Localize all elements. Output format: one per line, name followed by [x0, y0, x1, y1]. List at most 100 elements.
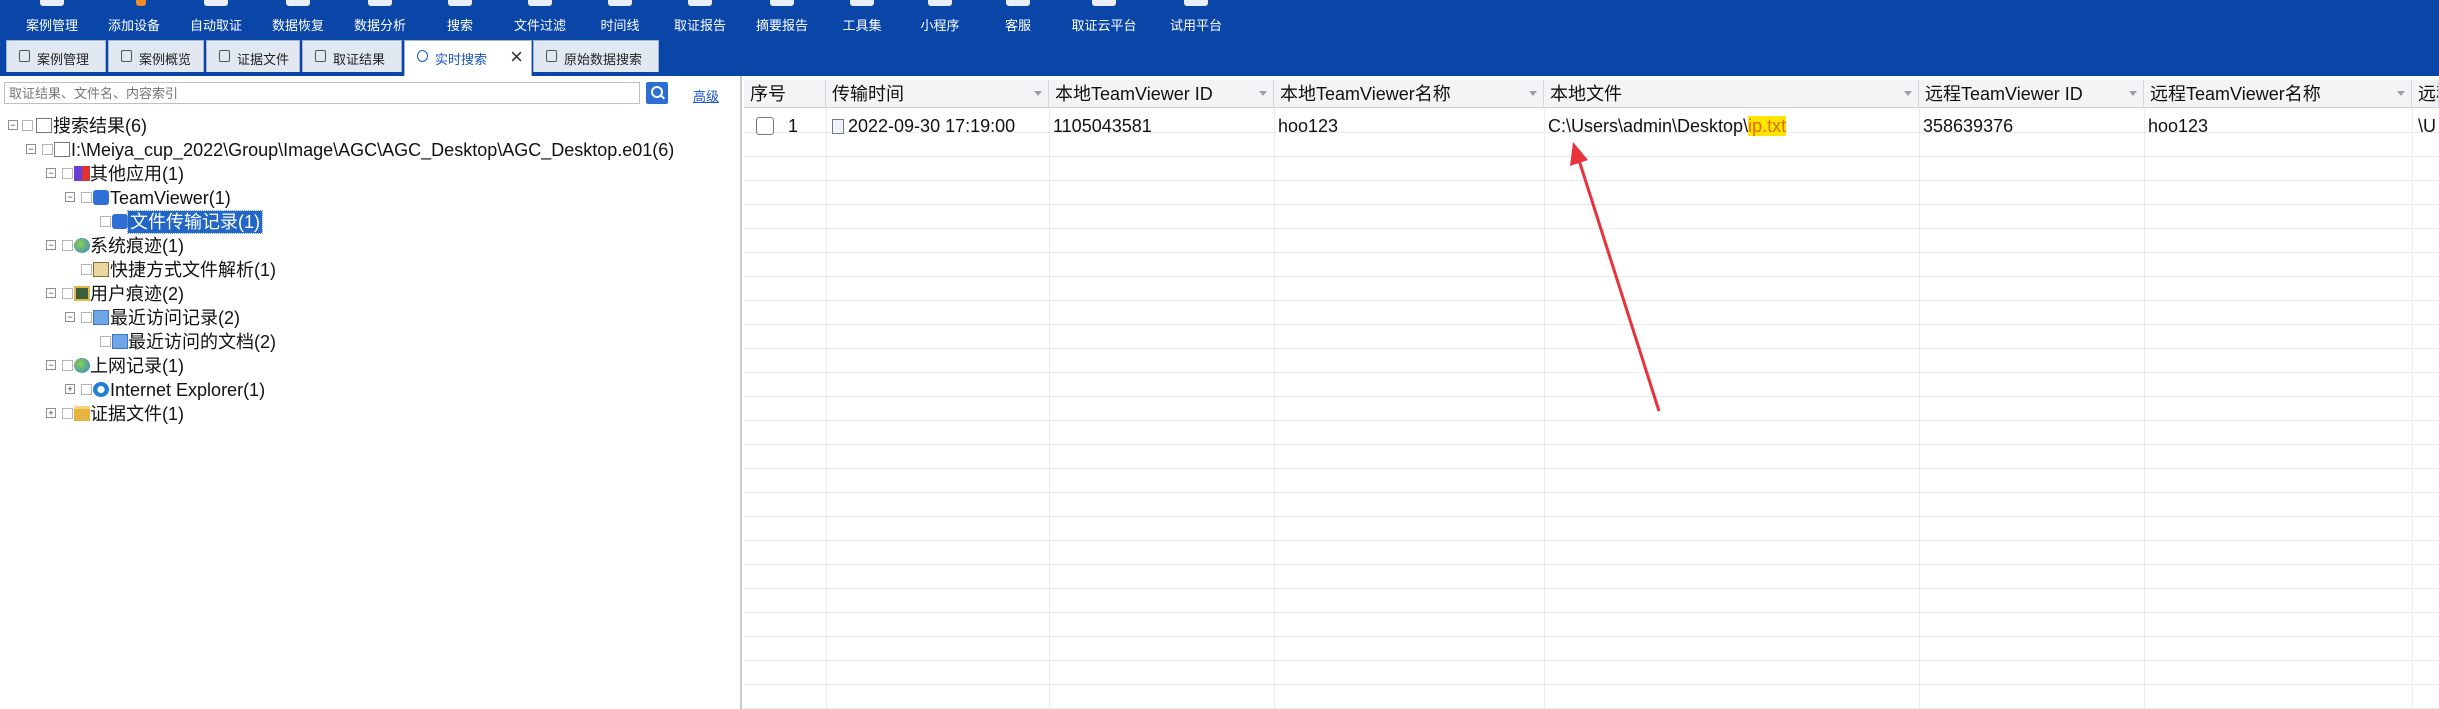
tree-checkbox[interactable] — [100, 336, 111, 347]
toolbar-button-9[interactable]: 取证报告 — [665, 0, 735, 36]
column-header-label: 本地TeamViewer ID — [1055, 84, 1213, 104]
tree-node[interactable]: 文件传输记录(1) — [0, 210, 740, 234]
tv-icon — [93, 190, 109, 205]
tree-checkbox[interactable] — [62, 360, 73, 371]
tree-checkbox[interactable] — [81, 264, 92, 275]
column-header-1[interactable]: 序号 — [744, 80, 826, 108]
column-divider — [2144, 108, 2145, 709]
row-divider — [744, 300, 2439, 301]
filter-icon[interactable] — [1904, 91, 1912, 96]
toolbar-button-14[interactable]: 取证云平台 — [1062, 0, 1146, 36]
tab-3[interactable]: 证据文件 — [206, 40, 300, 72]
tree-node[interactable]: − 其他应用(1) — [0, 163, 740, 185]
row-checkbox[interactable] — [756, 117, 774, 135]
expand-toggle-icon[interactable]: − — [65, 312, 75, 322]
summary-report-icon — [770, 0, 794, 6]
tab-label: 证据文件 — [237, 52, 290, 67]
toolbar-button-15[interactable]: 试用平台 — [1161, 0, 1231, 36]
search-icon — [448, 0, 472, 6]
tree-node[interactable]: − 搜索结果(6) — [0, 115, 740, 137]
filter-icon[interactable] — [1034, 91, 1042, 96]
tree-checkbox[interactable] — [81, 312, 92, 323]
tree-node-label: Internet Explorer(1) — [110, 380, 266, 400]
row-divider — [744, 180, 2439, 181]
toolbar-button-8[interactable]: 时间线 — [590, 0, 650, 36]
tree-node[interactable]: − TeamViewer(1) — [0, 187, 740, 209]
filter-icon[interactable] — [1259, 91, 1267, 96]
toolbar-button-10[interactable]: 摘要报告 — [748, 0, 816, 36]
expand-toggle-icon[interactable]: − — [46, 168, 56, 178]
search-input[interactable] — [4, 82, 640, 104]
tree-node[interactable]: + 证据文件(1) — [0, 403, 740, 425]
expand-toggle-icon[interactable]: − — [46, 288, 56, 298]
close-icon[interactable]: × — [510, 44, 523, 70]
tree-node[interactable]: − I:\Meiya_cup_2022\Group\Image\AGC\AGC_D… — [0, 139, 740, 161]
column-header-4[interactable]: 本地TeamViewer名称 — [1274, 80, 1544, 108]
tree-node[interactable]: + Internet Explorer(1) — [0, 379, 740, 401]
toolbar-button-12[interactable]: 小程序 — [910, 0, 970, 36]
lnk-icon — [93, 262, 109, 277]
tree-checkbox[interactable] — [81, 192, 92, 203]
results-grid: 序号 传输时间 本地TeamViewer ID 本地TeamViewer名称 本地文件 远… — [744, 76, 2439, 709]
folder-icon — [74, 406, 90, 421]
tree-node[interactable]: 快捷方式文件解析(1) — [0, 259, 740, 281]
trial-platform-icon — [1184, 0, 1208, 6]
tree-checkbox[interactable] — [42, 144, 53, 155]
expand-toggle-icon[interactable]: + — [65, 384, 75, 394]
tab-5[interactable]: 实时搜索 × — [404, 40, 532, 76]
expand-toggle-icon[interactable]: − — [26, 144, 36, 154]
tree-checkbox[interactable] — [62, 240, 73, 251]
column-header-7[interactable]: 远程TeamViewer名称 — [2144, 80, 2412, 108]
overview-icon — [121, 50, 132, 62]
column-header-5[interactable]: 本地文件 — [1544, 80, 1919, 108]
expand-toggle-icon[interactable]: − — [65, 192, 75, 202]
column-header-3[interactable]: 本地TeamViewer ID — [1049, 80, 1274, 108]
toolbar-button-6[interactable]: 搜索 — [430, 0, 490, 36]
toolbar-button-1[interactable]: 案例管理 — [18, 0, 86, 36]
expand-toggle-icon[interactable]: − — [46, 240, 56, 250]
expand-toggle-icon[interactable]: − — [8, 120, 18, 130]
filter-icon[interactable] — [2129, 91, 2137, 96]
column-header-2[interactable]: 传输时间 — [826, 80, 1049, 108]
apps-icon — [74, 166, 90, 181]
file-filter-icon — [528, 0, 552, 6]
tree-checkbox[interactable] — [22, 120, 33, 131]
row-divider — [744, 468, 2439, 469]
toolbar-button-4[interactable]: 数据恢复 — [264, 0, 332, 36]
filter-icon[interactable] — [1529, 91, 1537, 96]
search-button[interactable] — [646, 82, 668, 104]
toolbar-button-2[interactable]: 添加设备 — [100, 0, 168, 36]
tree-checkbox[interactable] — [81, 384, 92, 395]
column-header-label: 传输时间 — [832, 84, 904, 104]
tree-checkbox[interactable] — [62, 168, 73, 179]
tree-node[interactable]: − 最近访问记录(2) — [0, 307, 740, 329]
filter-icon[interactable] — [2397, 91, 2405, 96]
advanced-search-link[interactable]: 高级 — [693, 86, 719, 105]
toolbar-button-11[interactable]: 工具集 — [832, 0, 892, 36]
tree-checkbox[interactable] — [100, 216, 111, 227]
column-header-6[interactable]: 远程TeamViewer ID — [1919, 80, 2144, 108]
tab-6[interactable]: 原始数据搜索 — [533, 40, 659, 72]
tab-1[interactable]: 案例管理 — [6, 40, 106, 72]
column-header-8[interactable]: 远程 — [2412, 80, 2439, 108]
tab-4[interactable]: 取证结果 — [302, 40, 402, 72]
tree-node-label: 用户痕迹(2) — [90, 284, 184, 304]
file-icon — [832, 119, 844, 134]
tree-node[interactable]: 最近访问的文档(2) — [0, 331, 740, 353]
expand-toggle-icon[interactable]: − — [46, 360, 56, 370]
column-divider — [826, 108, 827, 709]
column-header-label: 本地文件 — [1550, 84, 1622, 104]
tree-node[interactable]: − 上网记录(1) — [0, 355, 740, 377]
toolbar-button-3[interactable]: 自动取证 — [182, 0, 250, 36]
tree-node[interactable]: − 系统痕迹(1) — [0, 235, 740, 257]
tree-node[interactable]: − 用户痕迹(2) — [0, 283, 740, 305]
tab-2[interactable]: 案例概览 — [108, 40, 204, 72]
toolbar-button-7[interactable]: 文件过滤 — [505, 0, 575, 36]
column-header-label: 远程 — [2418, 84, 2438, 104]
toolbar-button-5[interactable]: 数据分析 — [346, 0, 414, 36]
edit-icon — [19, 50, 30, 62]
tree-checkbox[interactable] — [62, 408, 73, 419]
toolbar-button-13[interactable]: 客服 — [993, 0, 1043, 36]
tree-checkbox[interactable] — [62, 288, 73, 299]
expand-toggle-icon[interactable]: + — [46, 408, 56, 418]
